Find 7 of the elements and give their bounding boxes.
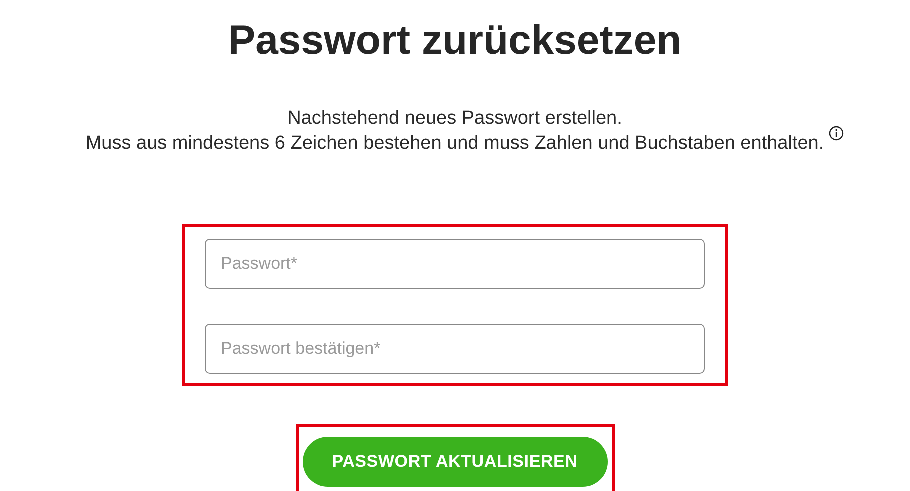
- update-password-button[interactable]: PASSWORT AKTUALISIEREN: [302, 437, 608, 487]
- password-field[interactable]: Passwort*: [205, 239, 705, 289]
- info-icon[interactable]: [829, 126, 844, 141]
- password-field[interactable]: Passwort bestätigen*: [205, 324, 705, 374]
- page-title: Passwort zurücksetzen: [228, 16, 682, 64]
- instruction-text: Muss aus mindestens 6 Zeichen bestehen und muss Zahlen und Buchstaben enthalten.: [86, 133, 824, 154]
- instruction-text: Nachstehend neues Passwort erstellen.: [288, 108, 622, 129]
